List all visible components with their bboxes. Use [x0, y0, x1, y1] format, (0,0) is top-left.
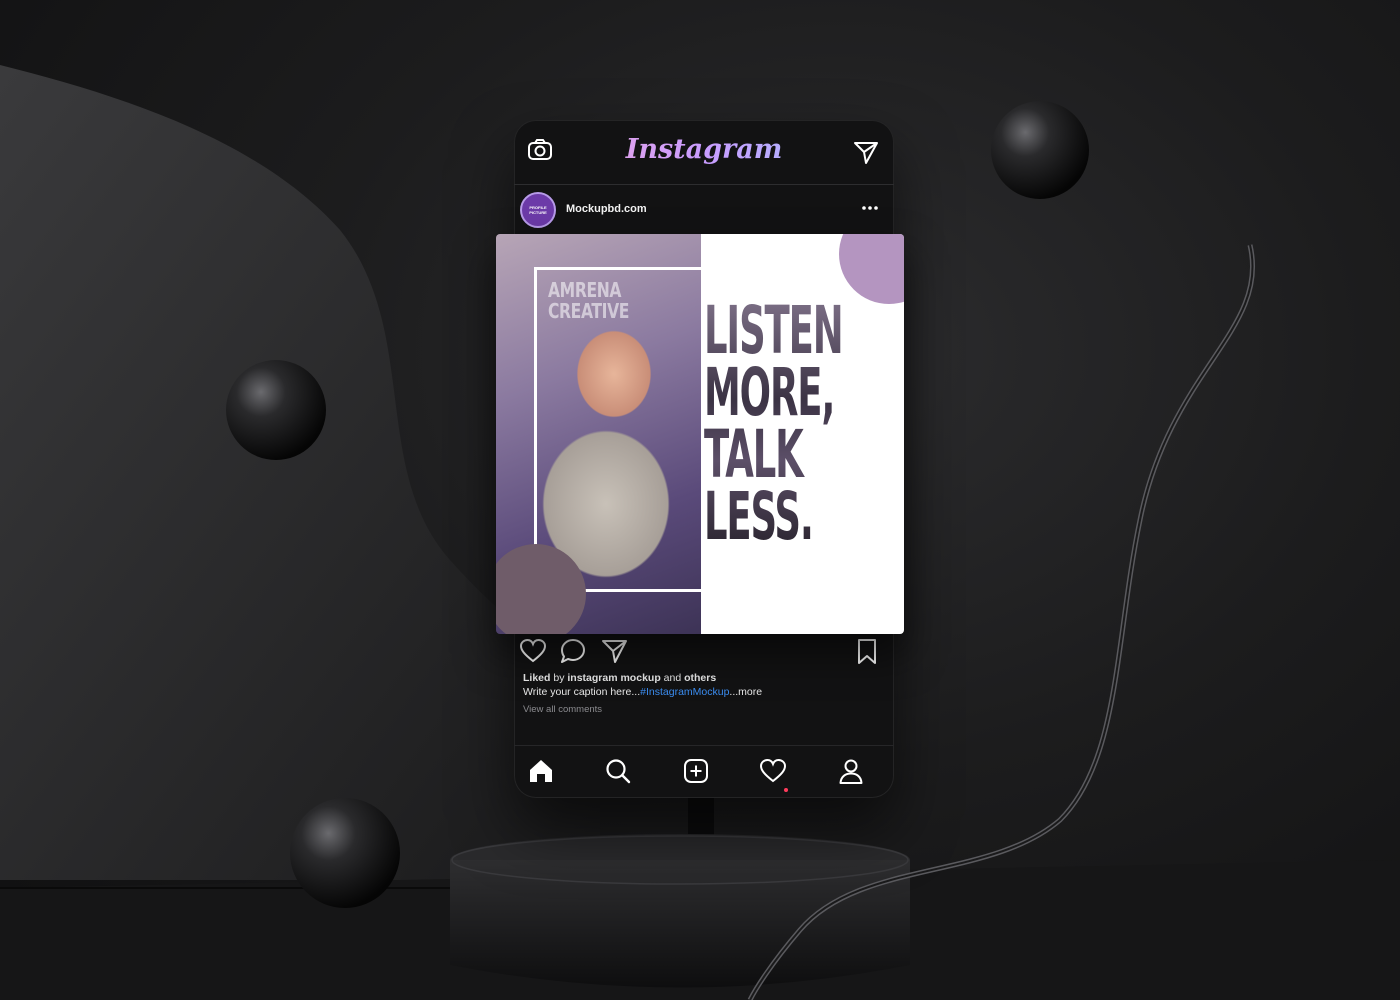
photo-brand-line1: AMRENA — [548, 278, 622, 302]
bottom-nav — [514, 745, 894, 798]
sphere-top-right — [991, 101, 1089, 199]
likes-prefix: Liked — [523, 672, 551, 684]
sphere-left — [226, 360, 326, 460]
home-icon[interactable] — [526, 756, 556, 786]
comment-icon[interactable] — [558, 636, 588, 666]
likes-others[interactable]: others — [684, 672, 716, 684]
share-icon[interactable] — [600, 636, 630, 666]
likes-by: by — [550, 672, 568, 684]
search-icon[interactable] — [603, 756, 633, 786]
more-options-icon[interactable] — [860, 201, 880, 215]
caption-text: Write your caption here... — [523, 686, 641, 698]
quote-line-3: TALK — [704, 416, 803, 493]
post-actions — [514, 636, 894, 670]
quote-line-1: LISTEN — [704, 292, 843, 369]
top-divider — [514, 184, 894, 185]
app-brand-logo: Instagram — [514, 134, 894, 165]
bookmark-icon[interactable] — [852, 636, 882, 666]
top-bar: Instagram — [514, 120, 894, 184]
likes-and: and — [660, 672, 685, 684]
view-all-comments-link[interactable]: View all comments — [523, 704, 602, 715]
photo-brand-line2: CREATIVE — [548, 299, 630, 323]
post-username[interactable]: Mockupbd.com — [566, 203, 647, 215]
quote-text: LISTEN MORE, TALK LESS. — [704, 300, 843, 548]
sphere-bottom-left — [290, 798, 400, 908]
add-post-icon[interactable] — [681, 756, 711, 786]
post-header: PROFILE PICTURE Mockupbd.com — [514, 188, 894, 234]
quote-line-2: MORE, — [704, 354, 835, 431]
activity-heart-icon[interactable] — [758, 756, 788, 786]
caption-hashtag[interactable]: #InstagramMockup — [640, 686, 729, 698]
avatar-text-line2: PICTURE — [529, 210, 547, 215]
heart-icon[interactable] — [518, 636, 548, 666]
avatar[interactable]: PROFILE PICTURE — [520, 192, 556, 228]
notification-dot — [784, 788, 788, 792]
caption-more-link[interactable]: ...more — [729, 686, 762, 698]
direct-message-icon[interactable] — [852, 138, 880, 166]
photo-brand-text: AMRENA CREATIVE — [548, 280, 629, 322]
post-image[interactable]: AMRENA CREATIVE LISTEN MORE, TALK LESS. — [496, 234, 904, 634]
likes-line: Liked by instagram mockup and others — [523, 672, 716, 684]
profile-icon[interactable] — [836, 756, 866, 786]
likes-user[interactable]: instagram mockup — [567, 672, 660, 684]
quote-line-4: LESS. — [704, 478, 813, 555]
pedestal-body — [450, 860, 910, 988]
caption-line: Write your caption here...#InstagramMock… — [523, 686, 762, 698]
